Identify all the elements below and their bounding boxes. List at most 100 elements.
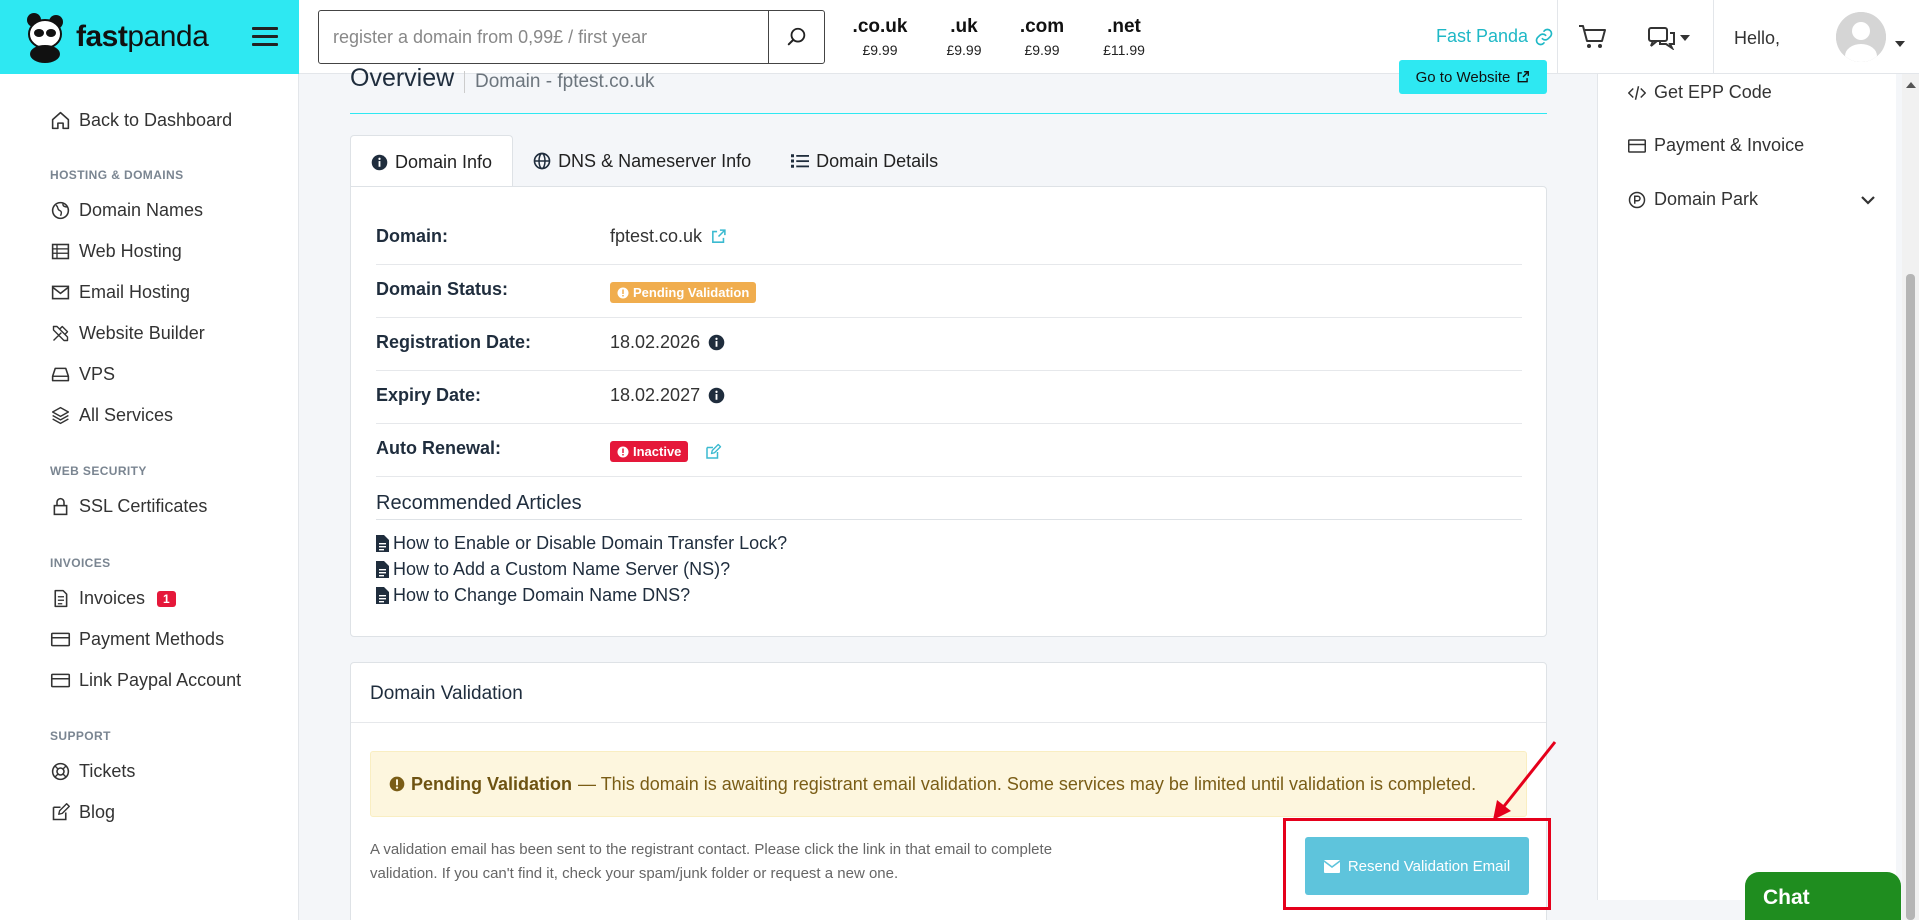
sidebar-item-payment-methods[interactable]: Payment Methods [50,629,224,650]
sidebar-item-back-to-dashboard[interactable]: Back to Dashboard [50,110,232,131]
tab-domain-details[interactable]: Domain Details [771,135,958,187]
envelope-icon [51,285,70,300]
expiry-date-label: Expiry Date: [376,385,482,405]
scrollbar[interactable] [1902,74,1919,920]
article-link[interactable]: How to Enable or Disable Domain Transfer… [376,533,787,554]
home-icon [51,111,70,130]
user-menu-caret-icon[interactable] [1895,34,1905,52]
info-circle-icon[interactable] [708,387,725,404]
divider [1557,0,1558,74]
exclamation-circle-icon [617,446,629,457]
credit-card-icon [1628,138,1646,153]
file-text-icon [376,535,389,552]
sidebar-section-security: WEB SECURITY [50,464,147,478]
search-button[interactable] [768,11,824,63]
sidebar-item-domain-names[interactable]: Domain Names [50,200,203,221]
expiry-date-row: Expiry Date: 18.02.2027 [376,371,1522,424]
domain-value: fptest.co.uk [610,226,703,246]
avatar[interactable] [1836,12,1886,62]
caret-down-icon [1680,35,1690,41]
top-bar: fastpanda .co.uk£9.99 .uk£9.99 .com£9.99… [0,0,1919,74]
sidebar-section-support: SUPPORT [50,729,111,743]
tld-price-com[interactable]: .com £9.99 [1002,16,1082,58]
sidebar-item-email-hosting[interactable]: Email Hosting [50,282,190,303]
sidebar-item-ssl[interactable]: SSL Certificates [50,496,207,517]
auto-renewal-badge: Inactive [610,441,689,462]
sidebar: Back to Dashboard HOSTING & DOMAINS Doma… [0,74,299,920]
expiry-date-value: 18.02.2027 [610,385,701,405]
hdd-icon [51,367,70,382]
file-text-icon [376,587,389,604]
domain-label: Domain: [376,226,448,246]
tab-domain-info[interactable]: Domain Info [350,135,514,188]
external-link-icon [1518,71,1530,83]
domain-info-card: Domain: fptest.co.uk Domain Status: Pend… [350,186,1547,637]
lock-icon [53,497,68,516]
greeting: Hello, [1734,28,1781,48]
page-subtitle: Domain - fptest.co.uk [464,71,655,93]
code-icon [1628,85,1646,100]
article-link[interactable]: How to Add a Custom Name Server (NS)? [376,559,730,580]
sidebar-item-all-services[interactable]: All Services [50,405,173,426]
right-panel: Get EPP Code Payment & Invoice Domain Pa… [1597,74,1896,900]
auto-renewal-row: Auto Renewal: Inactive [376,424,1522,477]
sidebar-item-web-hosting[interactable]: Web Hosting [50,241,182,262]
menu-toggle-icon[interactable] [252,27,278,47]
tld-price-net[interactable]: .net £11.99 [1084,16,1164,58]
domain-status-label: Domain Status: [376,279,509,299]
info-circle-icon [371,154,388,170]
chat-bubbles-icon [1648,27,1675,50]
auto-renewal-label: Auto Renewal: [376,438,502,458]
domain-search [318,10,825,64]
article-link[interactable]: How to Change Domain Name DNS? [376,585,690,606]
annotation-highlight-box [1283,818,1551,910]
lifebuoy-icon [51,762,70,781]
chevron-down-icon[interactable] [1860,192,1876,210]
exclamation-circle-icon [617,287,629,298]
domain-search-input[interactable] [319,11,768,63]
info-circle-icon[interactable] [708,334,725,351]
sidebar-item-link-paypal[interactable]: Link Paypal Account [50,670,241,691]
sidebar-item-website-builder[interactable]: Website Builder [50,323,205,344]
edit-icon[interactable] [704,443,722,461]
cart-icon[interactable] [1578,24,1608,55]
sidebar-item-blog[interactable]: Blog [50,802,115,823]
sidebar-item-invoices[interactable]: Invoices 1 [50,588,176,609]
domain-row: Domain: fptest.co.uk [376,212,1522,265]
registration-date-value: 18.02.2026 [610,332,701,352]
annotation-arrow-icon [1493,741,1557,820]
sidebar-item-vps[interactable]: VPS [50,364,115,385]
globe-icon [51,201,70,220]
link-icon [1535,28,1553,45]
invoice-icon [54,589,68,608]
chat-button[interactable]: Chat [1745,872,1901,920]
file-text-icon [376,561,389,578]
exclamation-circle-icon [389,776,405,792]
scroll-up-arrow-icon[interactable] [1906,82,1916,88]
invoices-count-badge: 1 [157,590,176,607]
tld-price-couk[interactable]: .co.uk £9.99 [840,16,920,58]
registration-date-row: Registration Date: 18.02.2026 [376,318,1522,371]
scroll-thumb[interactable] [1906,274,1915,920]
layers-icon [51,406,70,425]
card-header: Domain Validation [351,663,1546,723]
payment-invoice-link[interactable]: Payment & Invoice [1628,135,1804,156]
parking-icon [1628,191,1646,208]
server-icon [51,243,70,260]
divider [1713,0,1714,74]
external-link-icon[interactable] [710,228,727,245]
fast-panda-link[interactable]: Fast Panda [1436,26,1554,47]
sidebar-item-tickets[interactable]: Tickets [50,761,135,782]
credit-card-icon [50,673,71,688]
domain-park-link[interactable]: Domain Park [1628,189,1758,210]
divider [350,113,1547,114]
tab-dns-nameserver[interactable]: DNS & Nameserver Info [513,135,771,187]
go-to-website-button[interactable]: Go to Website [1399,60,1547,94]
pending-validation-alert: Pending Validation — This domain is awai… [370,751,1527,817]
sidebar-section-invoices: INVOICES [50,556,111,570]
tld-price-uk[interactable]: .uk £9.99 [924,16,1004,58]
tools-icon [52,325,69,342]
get-epp-code-link[interactable]: Get EPP Code [1628,82,1772,103]
globe-icon [533,152,551,170]
messages-dropdown[interactable] [1648,26,1690,50]
